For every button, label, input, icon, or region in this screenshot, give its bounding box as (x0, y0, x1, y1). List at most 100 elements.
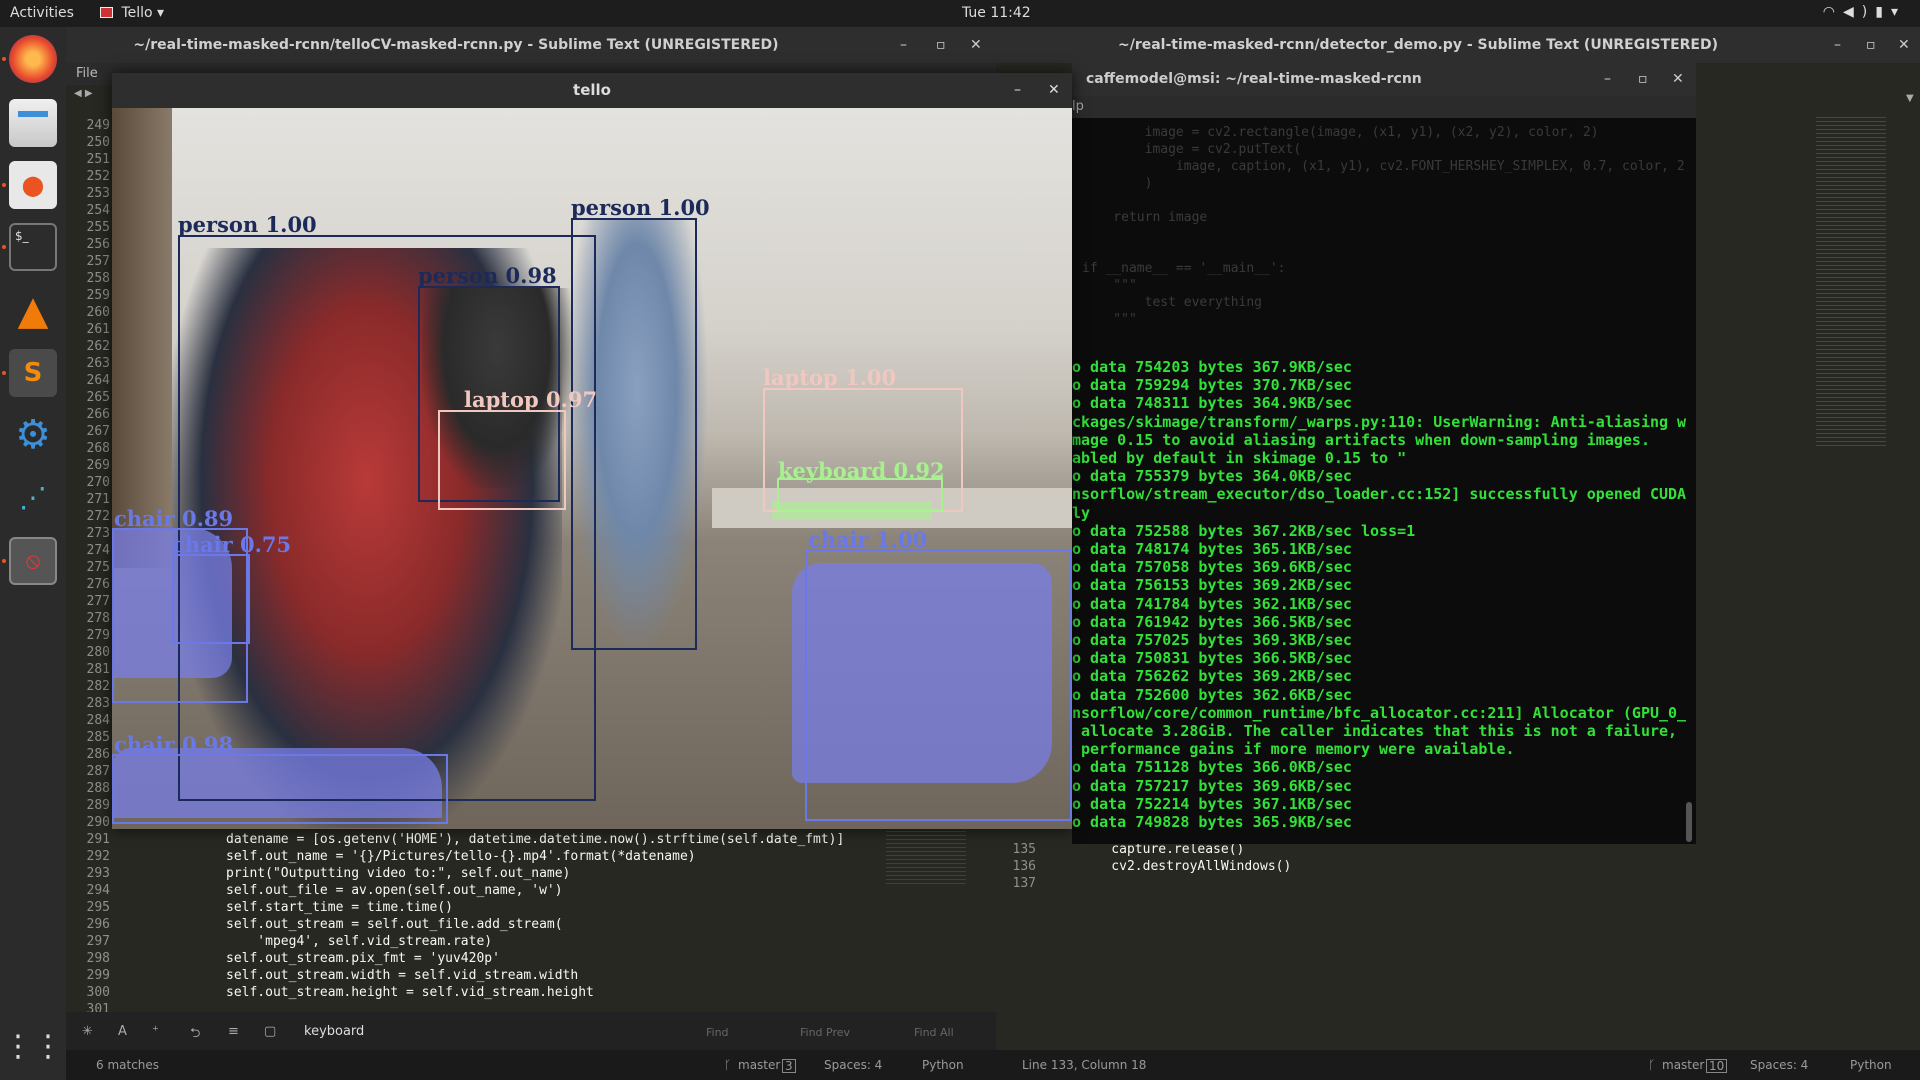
running-indicator (2, 559, 6, 563)
case-toggle-icon[interactable]: A (118, 1024, 127, 1039)
vlc-icon[interactable]: ▲ (9, 287, 57, 335)
line-number: 136 (1012, 859, 1036, 874)
terminal-icon[interactable]: $_ (9, 223, 57, 271)
activities-button[interactable]: Activities (10, 5, 74, 21)
line-number: 257 (86, 254, 110, 269)
find-all-button[interactable]: Find All (914, 1026, 954, 1039)
blocked-app-icon[interactable]: ⦸ (9, 537, 57, 585)
regex-toggle-icon[interactable]: ✳ (82, 1024, 93, 1039)
line-number: 269 (86, 458, 110, 473)
firefox-icon[interactable] (9, 35, 57, 83)
detection-box (571, 218, 697, 650)
tello-window: tello – ✕ person 1.00 person 0.98 person… (112, 73, 1072, 829)
window-title: ~/real-time-masked-rcnn/detector_demo.py… (996, 27, 1920, 63)
minimize-icon[interactable]: – (900, 27, 907, 63)
status-bar: Line 133, Column 18 ᚴ master 10 Spaces: … (996, 1050, 1920, 1080)
code-line: if __name__ == '__main__': (1082, 261, 1286, 276)
line-number: 291 (86, 832, 110, 847)
maximize-icon[interactable]: ▫ (1638, 62, 1648, 96)
system-tray[interactable]: ◠◀)▮▾ (1823, 4, 1906, 20)
terminal-scrollbar[interactable] (1686, 802, 1692, 842)
find-input[interactable]: keyboard (304, 1024, 364, 1039)
running-indicator (2, 57, 6, 61)
close-icon[interactable]: ✕ (970, 27, 982, 63)
status-branch[interactable]: master (738, 1050, 780, 1080)
app-menu[interactable]: Tello ▾ (100, 5, 164, 21)
tab-nav-arrows[interactable]: ◀ ▶ (74, 88, 93, 99)
line-number: 297 (86, 934, 110, 949)
software-icon[interactable]: ⬤ (9, 161, 57, 209)
terminal-output[interactable]: o data 754203 bytes 367.9KB/sec o data 75… (1072, 358, 1686, 831)
sublime-icon[interactable]: S (9, 349, 57, 397)
code-line: self.start_time = time.time() (226, 900, 453, 915)
status-spaces[interactable]: Spaces: 4 (1750, 1050, 1808, 1080)
code-line: datename = [os.getenv('HOME'), datetime.… (226, 832, 845, 847)
whole-word-icon[interactable]: ⁺ (152, 1024, 159, 1039)
line-number: 135 (1012, 842, 1036, 857)
settings-icon[interactable]: ⚙ (9, 411, 57, 459)
window-light (112, 108, 172, 568)
line-number: 258 (86, 271, 110, 286)
code-line: self.out_name = '{}/Pictures/tello-{}.mp… (226, 849, 696, 864)
status-syntax[interactable]: Python (1850, 1050, 1892, 1080)
line-number: 300 (86, 985, 110, 1000)
detection-box (805, 549, 1072, 821)
files-icon[interactable] (9, 99, 57, 147)
line-number: 268 (86, 441, 110, 456)
line-number: 260 (86, 305, 110, 320)
tab-overflow-icon[interactable]: ▼ (1906, 93, 1914, 104)
status-spaces[interactable]: Spaces: 4 (824, 1050, 882, 1080)
line-number: 293 (86, 866, 110, 881)
terminal-line: ly (1072, 503, 1091, 522)
branch-icon: ᚴ (724, 1058, 732, 1072)
terminal-line: o data 750831 bytes 366.5KB/sec (1072, 649, 1352, 668)
in-selection-icon[interactable]: ≡ (228, 1024, 239, 1039)
detection-box (438, 410, 566, 510)
line-number: 251 (86, 152, 110, 167)
app-grid-icon[interactable]: ⋮⋮ (3, 1022, 63, 1070)
find-button[interactable]: Find (706, 1026, 729, 1039)
detection-label: chair 0.75 (172, 532, 292, 557)
terminal-line: performance gains if more memory were av… (1072, 740, 1515, 759)
branch-icon: ᚴ (1648, 1058, 1656, 1072)
status-syntax[interactable]: Python (922, 1050, 964, 1080)
code-line: ) (1082, 176, 1153, 191)
wrap-icon[interactable]: ⮌ (190, 1024, 200, 1046)
terminal-line: o data 759294 bytes 370.7KB/sec (1072, 376, 1352, 395)
line-number: 282 (86, 679, 110, 694)
network-icon[interactable]: ⋰ (9, 473, 57, 521)
maximize-icon[interactable]: ▫ (1866, 27, 1876, 63)
line-number: 262 (86, 339, 110, 354)
status-branch[interactable]: master (1662, 1050, 1704, 1080)
line-number: 288 (86, 781, 110, 796)
minimize-icon[interactable]: – (1604, 62, 1611, 96)
close-icon[interactable]: ✕ (1898, 27, 1910, 63)
code-area[interactable]: capture.release() cv2.destroyAllWindows(… (1080, 841, 1291, 892)
detection-label: person 1.00 (178, 212, 317, 237)
line-number: 287 (86, 764, 110, 779)
status-position: Line 133, Column 18 (1022, 1058, 1147, 1072)
code-line: 'mpeg4', self.vid_stream.rate) (226, 934, 493, 949)
line-gutter: 135 136 137 (996, 841, 1036, 892)
minimap[interactable] (1816, 117, 1886, 447)
minimize-icon[interactable]: – (1014, 73, 1021, 108)
code-area[interactable]: datename = [os.getenv('HOME'), datetime.… (226, 831, 844, 1001)
find-prev-button[interactable]: Find Prev (800, 1026, 850, 1039)
wifi-icon: ◠ (1822, 4, 1844, 20)
close-icon[interactable]: ✕ (1672, 62, 1684, 96)
menu-help[interactable]: lp (1072, 99, 1084, 114)
terminal-line: o data 752588 bytes 367.2KB/sec loss=1 (1072, 521, 1416, 540)
highlight-icon[interactable]: ▢ (264, 1024, 276, 1039)
running-indicator (2, 183, 6, 187)
maximize-icon[interactable]: ▫ (936, 27, 946, 63)
menu-file[interactable]: File (76, 66, 98, 81)
close-icon[interactable]: ✕ (1048, 73, 1060, 108)
line-number: 261 (86, 322, 110, 337)
line-number: 270 (86, 475, 110, 490)
minimize-icon[interactable]: – (1834, 27, 1841, 63)
running-indicator (2, 245, 6, 249)
terminal-line: o data 751128 bytes 366.0KB/sec (1072, 758, 1352, 777)
clock[interactable]: Tue 11:42 (962, 5, 1031, 21)
